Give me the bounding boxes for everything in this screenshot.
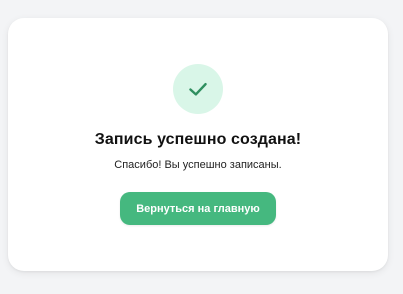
success-card: Запись успешно создана! Спасибо! Вы успе…	[8, 18, 388, 271]
success-icon-circle	[173, 64, 223, 114]
back-to-home-button[interactable]: Вернуться на главную	[120, 192, 276, 225]
success-message: Спасибо! Вы успешно записаны.	[114, 159, 282, 171]
check-icon	[189, 82, 207, 96]
success-title: Запись успешно создана!	[94, 131, 302, 148]
